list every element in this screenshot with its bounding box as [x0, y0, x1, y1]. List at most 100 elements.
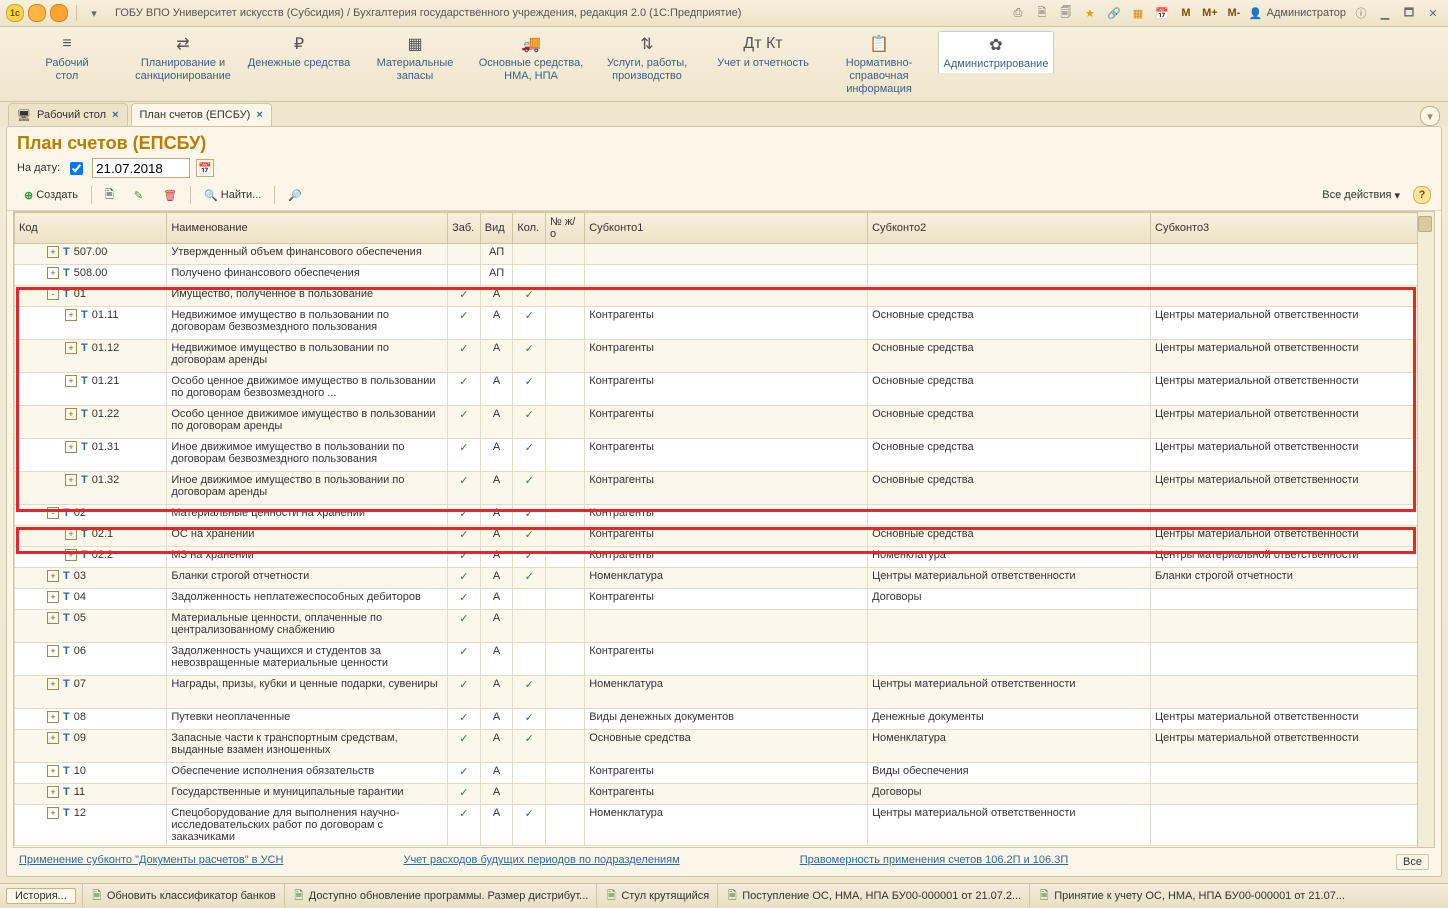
table-row[interactable]: +Т01.31Иное движимое имущество в пользов…	[15, 439, 1434, 472]
table-row[interactable]: +Т12Спецоборудование для выполнения науч…	[15, 805, 1434, 846]
table-row[interactable]: +Т10Обеспечение исполнения обязательств✓…	[15, 763, 1434, 784]
expand-icon[interactable]: -	[47, 288, 59, 300]
nav-item-2[interactable]: ₽Денежные средства	[242, 31, 356, 72]
table-row[interactable]: +Т01.21Особо ценное движимое имущество в…	[15, 373, 1434, 406]
col-header[interactable]: Заб.	[448, 213, 481, 244]
expand-icon[interactable]: +	[47, 807, 59, 819]
m-plus-button[interactable]: M+	[1201, 4, 1219, 22]
link-1[interactable]: Применение субконто "Документы расчетов"…	[19, 854, 283, 870]
link-3[interactable]: Правомерность применения счетов 106.2П и…	[800, 854, 1069, 870]
minimize-icon[interactable]: ▁	[1376, 4, 1394, 22]
table-row[interactable]: +Т03Бланки строгой отчетности✓А✓Номенкла…	[15, 568, 1434, 589]
expand-icon[interactable]: +	[65, 441, 77, 453]
find-button[interactable]: 🔍Найти...	[197, 184, 268, 206]
col-header[interactable]: № ж/о	[546, 213, 585, 244]
doc-icon[interactable]: 🗎	[1033, 4, 1051, 22]
maximize-icon[interactable]: 🗖	[1400, 4, 1418, 22]
delete-button[interactable]: 🗑	[156, 184, 184, 206]
expand-icon[interactable]: +	[47, 732, 59, 744]
table-row[interactable]: +Т08Путевки неоплаченные✓А✓Виды денежных…	[15, 709, 1434, 730]
info-icon[interactable]: ⓘ	[1352, 4, 1370, 22]
window-btn-icon[interactable]	[28, 4, 46, 22]
tab-1[interactable]: План счетов (ЕПСБУ)×	[131, 103, 272, 126]
col-header[interactable]: Субконто2	[868, 213, 1151, 244]
expand-icon[interactable]: +	[65, 549, 77, 561]
user-label[interactable]: 👤Администратор	[1249, 7, 1346, 20]
tab-0[interactable]: 🖥Рабочий стол×	[8, 103, 128, 126]
dropdown-icon[interactable]: ▾	[85, 4, 103, 22]
col-header[interactable]: Наименование	[167, 213, 448, 244]
expand-icon[interactable]: +	[47, 570, 59, 582]
nav-item-1[interactable]: ⇄Планирование и санкционирование	[126, 31, 240, 85]
all-button[interactable]: Все	[1396, 854, 1429, 870]
expand-icon[interactable]: +	[47, 765, 59, 777]
expand-icon[interactable]: +	[65, 408, 77, 420]
expand-icon[interactable]: +	[47, 678, 59, 690]
table-row[interactable]: -Т02Материальные ценности на хранении✓А✓…	[15, 505, 1434, 526]
nav-item-6[interactable]: Дт КтУчет и отчетность	[706, 31, 820, 72]
create-button[interactable]: ⊕Создать	[17, 184, 85, 206]
calendar-picker-icon[interactable]: 📅	[196, 159, 214, 177]
nav-item-3[interactable]: ▦Материальные запасы	[358, 31, 472, 85]
nav-item-4[interactable]: 🚚Основные средства, НМА, НПА	[474, 31, 588, 85]
col-header[interactable]: Кол.	[513, 213, 546, 244]
tab-close-icon[interactable]: ×	[256, 109, 262, 121]
tab-close-icon[interactable]: ×	[112, 109, 118, 121]
col-header[interactable]: Вид	[480, 213, 513, 244]
help-icon[interactable]: ?	[1413, 186, 1431, 204]
table-row[interactable]: +Т02.1ОС на хранении✓А✓КонтрагентыОсновн…	[15, 526, 1434, 547]
expand-icon[interactable]: +	[65, 474, 77, 486]
expand-icon[interactable]: +	[65, 375, 77, 387]
copy-button[interactable]: 🗎	[98, 184, 121, 206]
print-icon[interactable]: ⎙	[1009, 4, 1027, 22]
col-header[interactable]: Субконто3	[1151, 213, 1434, 244]
link-2[interactable]: Учет расходов будущих периодов по подраз…	[403, 854, 679, 870]
expand-icon[interactable]: +	[65, 309, 77, 321]
status-item[interactable]: 🗎Обновить классификатор банков	[82, 884, 284, 908]
expand-icon[interactable]: +	[65, 528, 77, 540]
status-item[interactable]: 🗎Доступно обновление программы. Размер д…	[284, 884, 597, 908]
nav-item-0[interactable]: ≡Рабочий стол	[10, 31, 124, 85]
status-item[interactable]: 🗎Поступление ОС, НМА, НПА БУ00-000001 от…	[717, 884, 1029, 908]
table-row[interactable]: +Т11Государственные и муниципальные гара…	[15, 784, 1434, 805]
tabbar-menu-icon[interactable]: ▾	[1420, 106, 1440, 126]
expand-icon[interactable]: +	[47, 612, 59, 624]
table-row[interactable]: +Т01.32Иное движимое имущество в пользов…	[15, 472, 1434, 505]
table-row[interactable]: +Т01.12Недвижимое имущество в пользовани…	[15, 340, 1434, 373]
table-row[interactable]: +Т01.22Особо ценное движимое имущество в…	[15, 406, 1434, 439]
expand-icon[interactable]: -	[47, 507, 59, 519]
table-row[interactable]: +Т06Задолженность учащихся и студентов з…	[15, 643, 1434, 676]
calendar-icon[interactable]: 📅	[1153, 4, 1171, 22]
table-row[interactable]: +Т09Запасные части к транспортным средст…	[15, 730, 1434, 763]
scroll-thumb[interactable]	[1418, 216, 1432, 232]
date-checkbox[interactable]	[70, 162, 83, 175]
expand-icon[interactable]: +	[47, 591, 59, 603]
nav-item-5[interactable]: ⇅Услуги, работы, производство	[590, 31, 704, 85]
expand-icon[interactable]: +	[47, 786, 59, 798]
table-row[interactable]: +Т05Материальные ценности, оплаченные по…	[15, 610, 1434, 643]
table-row[interactable]: +Т07Награды, призы, кубки и ценные подар…	[15, 676, 1434, 709]
clear-find-button[interactable]: 🔎	[281, 184, 309, 206]
col-header[interactable]: Код	[15, 213, 167, 244]
edit-button[interactable]: ✎	[127, 184, 150, 206]
col-header[interactable]: Субконто1	[585, 213, 868, 244]
grid-icon[interactable]: ▦	[1129, 4, 1147, 22]
nav-item-8[interactable]: ✿Администрирование	[938, 31, 1054, 73]
status-item[interactable]: 🗎Стул крутящийся	[596, 884, 717, 908]
nav-item-7[interactable]: 📋Нормативно-справочная информация	[822, 31, 936, 99]
scrollbar[interactable]	[1417, 212, 1434, 847]
expand-icon[interactable]: +	[47, 267, 59, 279]
copy-icon[interactable]: 🗐	[1057, 4, 1075, 22]
expand-icon[interactable]: +	[47, 711, 59, 723]
table-row[interactable]: +Т507.00Утвержденный объем финансового о…	[15, 244, 1434, 265]
table-row[interactable]: +Т508.00Получено финансового обеспечения…	[15, 265, 1434, 286]
status-item[interactable]: 🗎Принятие к учету ОС, НМА, НПА БУ00-0000…	[1029, 884, 1353, 908]
expand-icon[interactable]: +	[47, 246, 59, 258]
history-button[interactable]: История...	[6, 888, 76, 904]
close-icon[interactable]: ✕	[1424, 4, 1442, 22]
table-row[interactable]: +Т01.11Недвижимое имущество в пользовани…	[15, 307, 1434, 340]
star-icon[interactable]: ★	[1081, 4, 1099, 22]
app-logo-icon[interactable]: 1c	[6, 4, 24, 22]
all-actions-button[interactable]: Все действия▾	[1315, 184, 1407, 206]
expand-icon[interactable]: +	[65, 342, 77, 354]
